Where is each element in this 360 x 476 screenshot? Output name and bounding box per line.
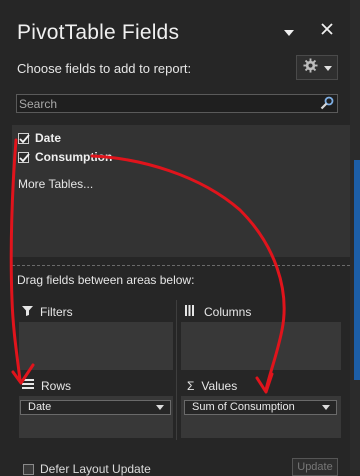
chevron-down-icon[interactable]: [284, 24, 294, 42]
defer-layout-update[interactable]: Defer Layout Update: [23, 462, 151, 476]
chevron-down-icon: [156, 405, 164, 410]
rows-field-label: Date: [28, 401, 52, 413]
scroll-accent: [354, 160, 360, 380]
sigma-icon: Σ: [187, 379, 195, 393]
field-label-consumption: Consumption: [35, 150, 113, 164]
close-icon[interactable]: [321, 22, 333, 40]
columns-icon: [185, 305, 197, 319]
values-label-text: Values: [201, 379, 238, 393]
field-list: Date Consumption More Tables...: [12, 125, 350, 257]
columns-label-text: Columns: [204, 305, 252, 319]
update-button[interactable]: Update: [292, 458, 338, 476]
filter-icon: [22, 305, 33, 319]
search-box[interactable]: [16, 94, 338, 113]
values-area-label: Σ Values: [187, 379, 237, 393]
checkbox-date[interactable]: [18, 132, 30, 144]
search-icon[interactable]: [320, 96, 334, 115]
columns-drop-area[interactable]: [181, 322, 341, 370]
values-field-label: Sum of Consumption: [192, 401, 295, 413]
values-field-dropdown[interactable]: Sum of Consumption: [184, 400, 337, 415]
rows-icon: [22, 379, 34, 393]
filters-drop-area[interactable]: [19, 322, 173, 370]
values-drop-area[interactable]: Sum of Consumption: [181, 396, 341, 438]
more-tables-link[interactable]: More Tables...: [18, 177, 93, 191]
field-item-date[interactable]: Date: [18, 131, 61, 145]
rows-label-text: Rows: [41, 379, 72, 393]
filters-area-label: Filters: [22, 305, 73, 319]
choose-fields-label: Choose fields to add to report:: [17, 61, 192, 76]
search-input[interactable]: [17, 95, 311, 112]
rows-area-label: Rows: [22, 379, 71, 393]
rows-drop-area[interactable]: Date: [19, 396, 173, 438]
chevron-down-icon: [322, 405, 330, 410]
gear-icon: [302, 57, 318, 78]
defer-label: Defer Layout Update: [40, 462, 151, 476]
checkbox-consumption[interactable]: [18, 151, 30, 163]
settings-button[interactable]: [296, 55, 338, 80]
section-splitter[interactable]: [12, 265, 350, 266]
field-item-consumption[interactable]: Consumption: [18, 150, 112, 164]
filters-label-text: Filters: [40, 305, 73, 319]
defer-checkbox[interactable]: [23, 463, 34, 475]
area-divider: [176, 300, 177, 440]
pane-title: PivotTable Fields: [17, 21, 180, 44]
chevron-down-icon: [323, 59, 332, 77]
drag-fields-caption: Drag fields between areas below:: [17, 273, 195, 287]
columns-area-label: Columns: [185, 305, 251, 319]
field-label-date: Date: [35, 131, 62, 145]
rows-field-dropdown[interactable]: Date: [20, 400, 171, 415]
